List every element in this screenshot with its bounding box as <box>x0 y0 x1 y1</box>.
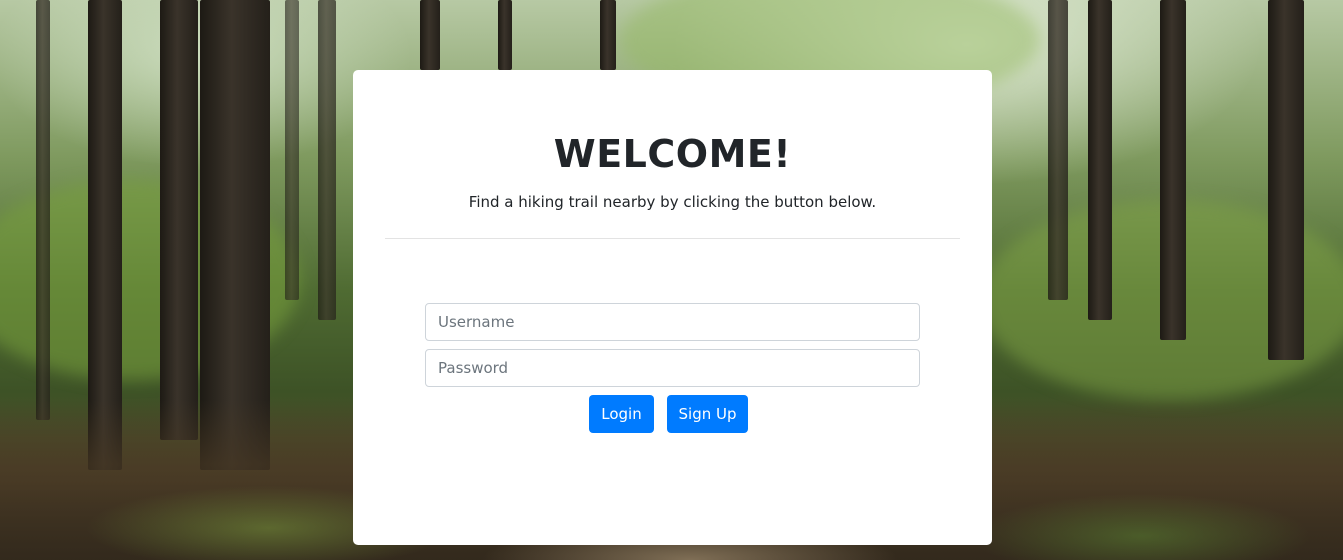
tree-trunk <box>1160 0 1186 340</box>
tree-trunk <box>420 0 440 70</box>
tree-trunk <box>1048 0 1068 300</box>
page-title: WELCOME! <box>553 132 792 176</box>
tree-trunk <box>160 0 198 440</box>
tree-trunk <box>600 0 616 70</box>
tree-trunk <box>285 0 299 300</box>
welcome-card: WELCOME! Find a hiking trail nearby by c… <box>353 70 992 545</box>
sign-up-button[interactable]: Sign Up <box>667 395 748 433</box>
login-button[interactable]: Login <box>589 395 654 433</box>
tree-trunk <box>498 0 512 70</box>
tree-trunk <box>1088 0 1112 320</box>
tree-trunk <box>1268 0 1304 360</box>
tree-trunk <box>318 0 336 320</box>
tree-trunk <box>36 0 50 420</box>
password-input[interactable] <box>425 349 920 387</box>
page-subtitle: Find a hiking trail nearby by clicking t… <box>468 193 877 211</box>
divider <box>385 238 960 239</box>
username-input[interactable] <box>425 303 920 341</box>
